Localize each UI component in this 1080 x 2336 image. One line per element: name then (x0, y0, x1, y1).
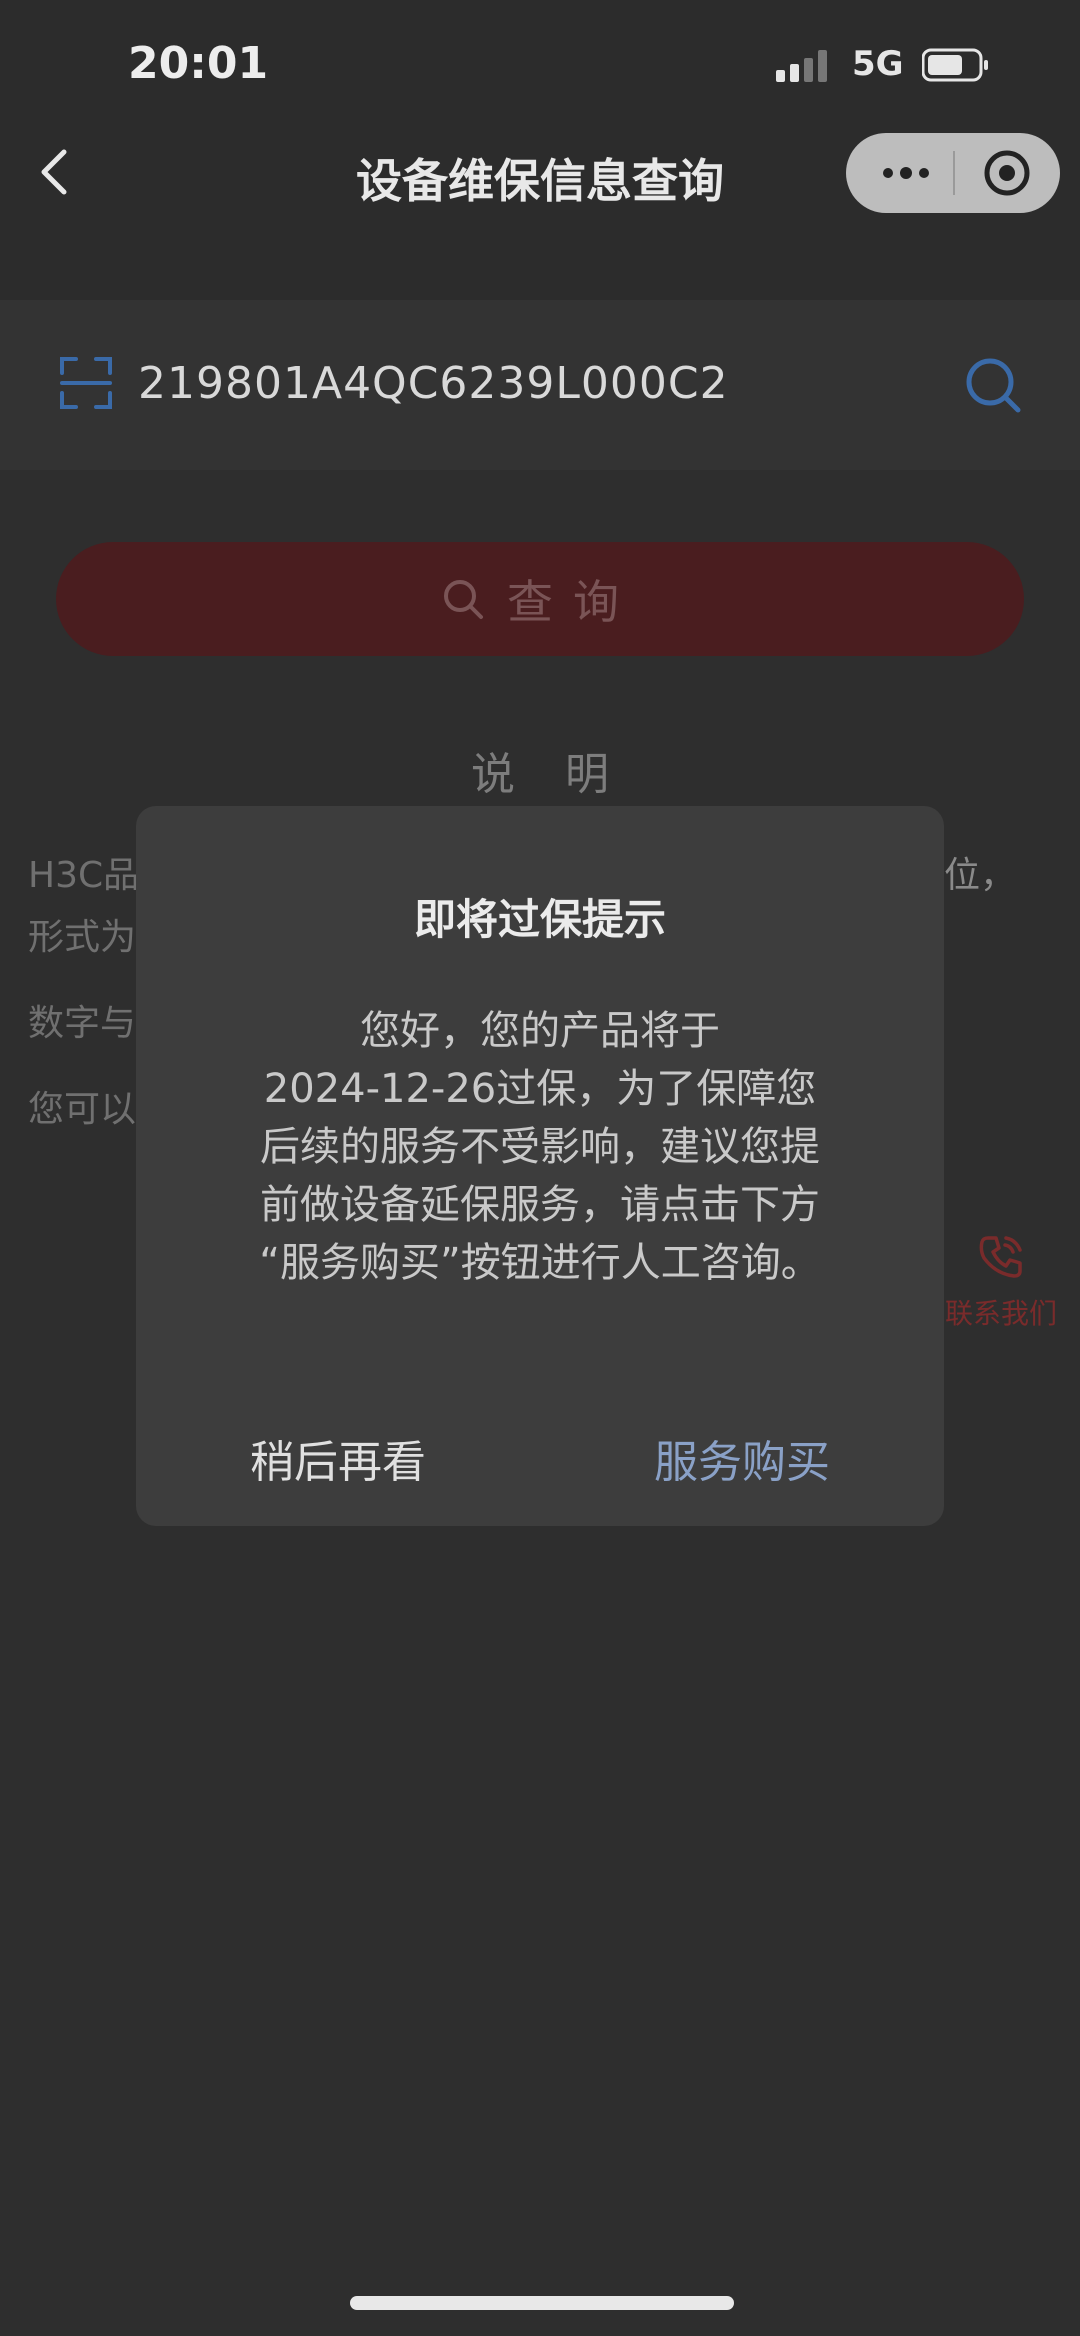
scan-icon[interactable] (58, 355, 114, 411)
explanation-line-2: 形式为 (28, 917, 137, 958)
query-search-icon (444, 580, 483, 619)
contact-us-button[interactable]: 联系我们 (936, 1230, 1066, 1332)
page: 20:01 5G 设备维保信息查询 219801A4QC6239L000C2 查… (0, 0, 1080, 2336)
network-label: 5G (852, 44, 904, 84)
serial-number-input[interactable]: 219801A4QC6239L000C2 (138, 358, 729, 409)
phone-icon (979, 1236, 1022, 1278)
more-icon[interactable] (876, 153, 936, 193)
status-time: 20:01 (128, 38, 269, 89)
search-icon[interactable] (962, 354, 1024, 416)
mini-program-capsule (846, 133, 1060, 213)
battery-icon (922, 48, 988, 82)
query-button-label: 查询 (507, 575, 639, 629)
dialog-message-line: “服务购买”按钮进行人工咨询。 (259, 1240, 821, 1286)
explanation-line-4: 您可以 (28, 1089, 137, 1130)
remind-later-button[interactable]: 稍后再看 (136, 1426, 540, 1490)
dialog-message-line: 前做设备延保服务，请点击下方 (260, 1182, 820, 1228)
home-indicator (350, 2296, 734, 2310)
service-purchase-button[interactable]: 服务购买 (540, 1426, 944, 1490)
query-button[interactable]: 查询 (56, 542, 1024, 656)
warranty-expiry-dialog: 即将过保提示 您好，您的产品将于 2024-12-26过保，为了保障您 后续的服… (136, 806, 944, 1526)
contact-us-label: 联系我们 (944, 1297, 1057, 1330)
capsule-divider (953, 151, 955, 195)
dialog-message-line: 您好，您的产品将于 (360, 1008, 720, 1054)
explanation-line-1-end: 位， (944, 855, 1017, 896)
target-icon[interactable] (981, 147, 1033, 199)
dialog-title: 即将过保提示 (413, 895, 666, 944)
signal-icon (776, 50, 832, 82)
explanation-title: 说明 (471, 749, 659, 800)
dialog-message-line: 2024-12-26过保，为了保障您 (263, 1066, 817, 1112)
explanation-line-3: 数字与 (28, 1003, 137, 1044)
explanation-line-1-start: H3C品 (28, 855, 140, 896)
dialog-message-line: 后续的服务不受影响，建议您提 (260, 1124, 820, 1170)
dialog-message: 您好，您的产品将于 2024-12-26过保，为了保障您 后续的服务不受影响，建… (196, 1002, 884, 1292)
